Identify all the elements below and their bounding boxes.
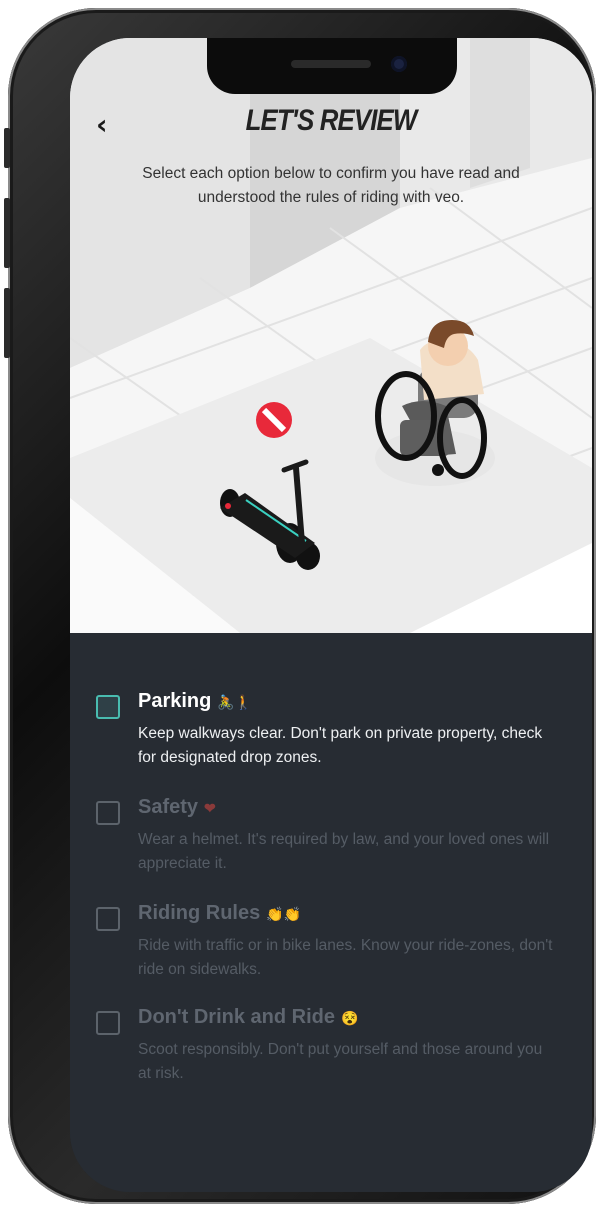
rule-description: Keep walkways clear. Don't park on priva… bbox=[138, 725, 543, 766]
screen: ‹ LET'S REVIEW Select each option below … bbox=[70, 38, 592, 1192]
clapping-hands-icon: 👏👏 bbox=[266, 906, 302, 922]
rule-title-text: Parking bbox=[138, 690, 212, 712]
rule-title-text: Safety bbox=[138, 796, 199, 818]
dizzy-face-icon: 😵 bbox=[340, 1010, 359, 1026]
page-subtitle: Select each option below to confirm you … bbox=[142, 165, 520, 206]
bike-walk-emoji-icon: 🚴🚶 bbox=[217, 694, 253, 710]
rule-title: Riding Rules 👏👏 bbox=[138, 902, 301, 925]
rule-title-text: Riding Rules bbox=[138, 902, 261, 924]
mute-switch bbox=[4, 128, 10, 168]
volume-up-button bbox=[4, 198, 10, 268]
rule-description: Ride with traffic or in bike lanes. Know… bbox=[138, 937, 553, 978]
rule-title: Safety ❤ bbox=[138, 796, 216, 819]
rule-description: Wear a helmet. It's required by law, and… bbox=[138, 831, 550, 872]
illustration-area: ‹ LET'S REVIEW Select each option below … bbox=[70, 38, 592, 633]
parking-checkbox[interactable] bbox=[96, 695, 120, 719]
safety-checkbox[interactable] bbox=[96, 801, 120, 825]
front-camera bbox=[391, 56, 407, 72]
rule-title: Parking 🚴🚶 bbox=[138, 690, 252, 713]
heart-icon: ❤ bbox=[204, 800, 216, 816]
page-title: LET'S REVIEW bbox=[245, 104, 418, 137]
no-parking-icon bbox=[256, 402, 292, 438]
rule-description: Scoot responsibly. Don't put yourself an… bbox=[138, 1041, 543, 1082]
dont-drink-checkbox[interactable] bbox=[96, 1011, 120, 1035]
rules-checklist: Parking 🚴🚶 Keep walkways clear. Don't par… bbox=[70, 633, 592, 1192]
volume-down-button bbox=[4, 288, 10, 358]
rule-title: Don't Drink and Ride 😵 bbox=[138, 1006, 358, 1029]
phone-frame: ‹ LET'S REVIEW Select each option below … bbox=[4, 8, 596, 1204]
rule-title-text: Don't Drink and Ride bbox=[138, 1006, 335, 1028]
speaker-grille bbox=[291, 60, 371, 68]
riding-rules-checkbox[interactable] bbox=[96, 907, 120, 931]
notch bbox=[207, 38, 457, 94]
